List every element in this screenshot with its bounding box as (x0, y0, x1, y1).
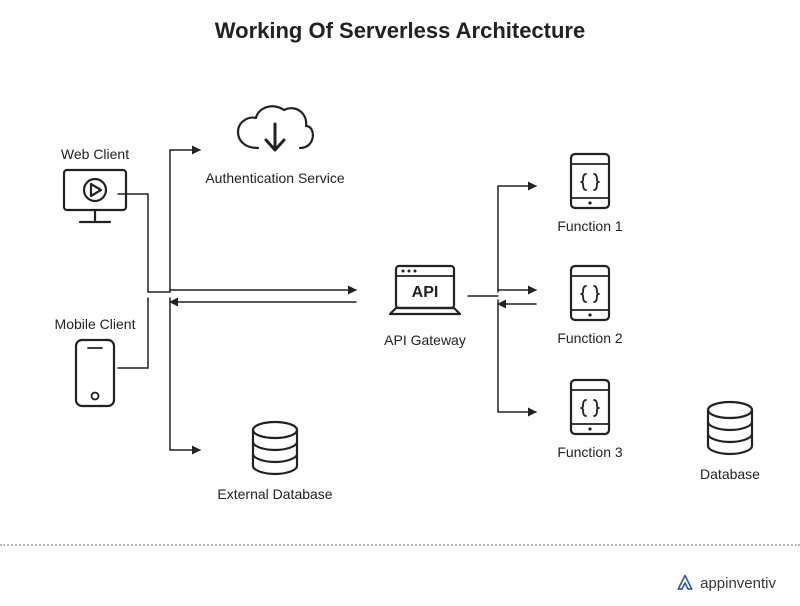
node-auth-service: Authentication Service (190, 100, 360, 186)
node-mobile-client: Mobile Client (40, 310, 150, 410)
auth-service-label: Authentication Service (190, 170, 360, 186)
cloud-download-icon (230, 100, 320, 164)
smartphone-icon (70, 336, 120, 410)
database-icon (247, 420, 303, 480)
external-db-label: External Database (200, 486, 350, 502)
database-label: Database (680, 466, 780, 482)
node-external-db: External Database (200, 420, 350, 502)
tablet-code-icon (567, 262, 613, 324)
laptop-api-icon: API (386, 260, 464, 326)
api-gateway-label: API Gateway (360, 332, 490, 348)
diagram-title: Working Of Serverless Architecture (0, 18, 800, 44)
tablet-code-icon (567, 376, 613, 438)
api-badge-text: API (412, 284, 439, 301)
tablet-code-icon (567, 150, 613, 212)
footer-separator (0, 544, 800, 547)
brand-text: appinventiv (700, 575, 776, 592)
web-client-label: Web Client (40, 146, 150, 162)
brand-logo: appinventiv (676, 574, 776, 592)
node-api-gateway: API API Gateway (360, 260, 490, 348)
node-function-2: Function 2 (540, 262, 640, 346)
function-3-label: Function 3 (540, 444, 640, 460)
mobile-client-label: Mobile Client (40, 316, 150, 332)
brand-mark-icon (676, 574, 694, 592)
node-function-3: Function 3 (540, 376, 640, 460)
node-function-1: Function 1 (540, 150, 640, 234)
node-database: Database (680, 400, 780, 482)
monitor-play-icon (60, 166, 130, 228)
function-1-label: Function 1 (540, 218, 640, 234)
database-icon (702, 400, 758, 460)
function-2-label: Function 2 (540, 330, 640, 346)
node-web-client: Web Client (40, 140, 150, 228)
